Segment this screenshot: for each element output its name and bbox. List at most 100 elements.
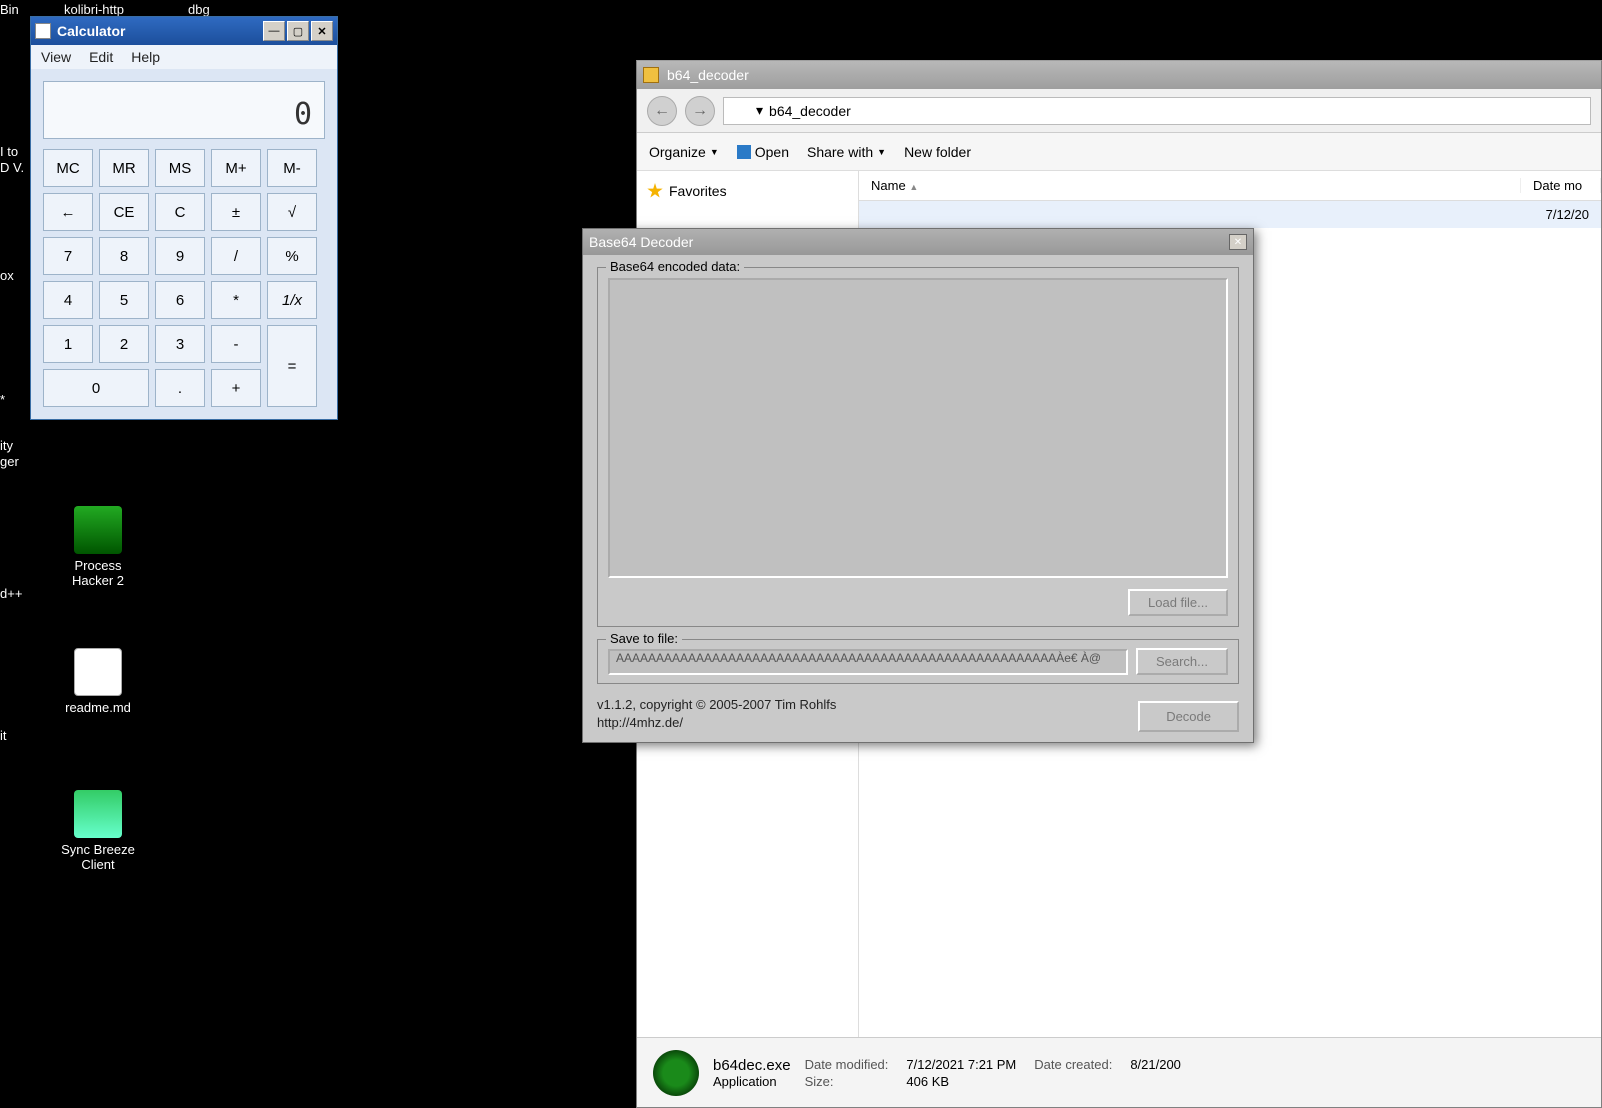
new-folder-button[interactable]: New folder (904, 144, 971, 160)
digit-7-button[interactable]: 7 (43, 237, 93, 275)
equals-button[interactable]: = (267, 325, 317, 407)
digit-2-button[interactable]: 2 (99, 325, 149, 363)
open-button[interactable]: Open (737, 144, 789, 160)
mc-button[interactable]: MC (43, 149, 93, 187)
menu-help[interactable]: Help (131, 49, 160, 65)
digit-8-button[interactable]: 8 (99, 237, 149, 275)
plusminus-button[interactable]: ± (211, 193, 261, 231)
nav-back-button[interactable]: ← (647, 96, 677, 126)
ce-button[interactable]: CE (99, 193, 149, 231)
decimal-button[interactable]: . (155, 369, 205, 407)
desktop-icon-label: Sync Breeze Client (58, 842, 138, 872)
desktop-fragment: I to (0, 144, 18, 159)
add-button[interactable]: + (211, 369, 261, 407)
calculator-menubar: View Edit Help (31, 45, 337, 69)
desktop-icon-label: readme.md (58, 700, 138, 715)
explorer-toolbar: Organize▼ Open Share with▼ New folder (637, 133, 1601, 171)
c-button[interactable]: C (155, 193, 205, 231)
calculator-display: 0 (43, 81, 325, 139)
details-created-label: Date created: (1034, 1057, 1112, 1072)
calculator-window: Calculator — ▢ ✕ View Edit Help 0 MC MR … (30, 16, 338, 420)
details-modified-value: 7/12/2021 7:21 PM (906, 1057, 1016, 1072)
digit-6-button[interactable]: 6 (155, 281, 205, 319)
desktop-fragment: kolibri-http (64, 2, 124, 17)
desktop-fragment: ity (0, 438, 13, 453)
desktop-icon-process-hacker[interactable]: Process Hacker 2 (58, 506, 138, 588)
file-date: 7/12/20 (1546, 207, 1589, 222)
b64-title: Base64 Decoder (589, 234, 1229, 250)
desktop-fragment: ox (0, 268, 14, 283)
backspace-button[interactable]: ← (43, 193, 93, 231)
load-file-button[interactable]: Load file... (1128, 589, 1228, 616)
process-hacker-icon (74, 506, 122, 554)
digit-5-button[interactable]: 5 (99, 281, 149, 319)
explorer-title: b64_decoder (667, 67, 749, 83)
sort-asc-icon: ▲ (909, 182, 918, 192)
encoded-textarea[interactable] (608, 278, 1228, 578)
desktop-fragment: dbg (188, 2, 210, 17)
b64-titlebar[interactable]: Base64 Decoder ✕ (583, 229, 1253, 255)
maximize-button[interactable]: ▢ (287, 21, 309, 41)
desktop-fragment: it (0, 728, 7, 743)
minimize-button[interactable]: — (263, 21, 285, 41)
desktop-icon-readme[interactable]: readme.md (58, 648, 138, 715)
divide-button[interactable]: / (211, 237, 261, 275)
ms-button[interactable]: MS (155, 149, 205, 187)
chevron-down-icon: ▼ (877, 147, 886, 157)
encoded-legend: Base64 encoded data: (606, 259, 744, 274)
details-type: Application (713, 1074, 791, 1089)
mr-button[interactable]: MR (99, 149, 149, 187)
search-button[interactable]: Search... (1136, 648, 1228, 675)
details-created-value: 8/21/200 (1130, 1057, 1181, 1072)
digit-0-button[interactable]: 0 (43, 369, 149, 407)
application-icon (653, 1050, 699, 1096)
reciprocal-button[interactable]: 1/x (267, 281, 317, 319)
mminus-button[interactable]: M- (267, 149, 317, 187)
save-path-input[interactable]: AAAAAAAAAAAAAAAAAAAAAAAAAAAAAAAAAAAAAAAA… (608, 649, 1128, 675)
explorer-titlebar[interactable]: b64_decoder (637, 61, 1601, 89)
details-size-value: 406 KB (906, 1074, 1016, 1089)
path-text: b64_decoder (769, 103, 851, 119)
digit-3-button[interactable]: 3 (155, 325, 205, 363)
subtract-button[interactable]: - (211, 325, 261, 363)
digit-9-button[interactable]: 9 (155, 237, 205, 275)
percent-button[interactable]: % (267, 237, 317, 275)
digit-1-button[interactable]: 1 (43, 325, 93, 363)
desktop-fragment: ger (0, 454, 19, 469)
calculator-titlebar[interactable]: Calculator — ▢ ✕ (31, 17, 337, 45)
multiply-button[interactable]: * (211, 281, 261, 319)
menu-edit[interactable]: Edit (89, 49, 113, 65)
desktop-fragment: * (0, 392, 5, 407)
address-bar[interactable]: ▾ b64_decoder (723, 97, 1591, 125)
close-button[interactable]: ✕ (311, 21, 333, 41)
close-button[interactable]: ✕ (1229, 234, 1247, 250)
decode-button[interactable]: Decode (1138, 701, 1239, 732)
sidebar-favorites[interactable]: Favorites (647, 179, 848, 203)
organize-button[interactable]: Organize▼ (649, 144, 719, 160)
mplus-button[interactable]: M+ (211, 149, 261, 187)
digit-4-button[interactable]: 4 (43, 281, 93, 319)
save-legend: Save to file: (606, 631, 682, 646)
desktop-icon-label: Process Hacker 2 (58, 558, 138, 588)
sync-breeze-icon (74, 790, 122, 838)
version-info: v1.1.2, copyright © 2005-2007 Tim Rohlfs… (597, 696, 836, 732)
explorer-navbar: ← → ▾ b64_decoder (637, 89, 1601, 133)
column-date[interactable]: Date mo (1521, 178, 1601, 193)
column-name[interactable]: Name ▲ (859, 178, 1521, 193)
share-button[interactable]: Share with▼ (807, 144, 886, 160)
base64-decoder-window: Base64 Decoder ✕ Base64 encoded data: Lo… (582, 228, 1254, 743)
menu-view[interactable]: View (41, 49, 71, 65)
details-modified-label: Date modified: (805, 1057, 889, 1072)
folder-icon (643, 67, 659, 83)
desktop-fragment: Bin (0, 2, 19, 17)
column-headers: Name ▲ Date mo (859, 171, 1601, 201)
folder-icon (732, 102, 750, 120)
calculator-icon (35, 23, 51, 39)
nav-forward-button[interactable]: → (685, 96, 715, 126)
chevron-down-icon: ▼ (710, 147, 719, 157)
file-row-selected[interactable]: 7/12/20 (859, 201, 1601, 228)
sqrt-button[interactable]: √ (267, 193, 317, 231)
details-pane: b64dec.exe Application Date modified: 7/… (637, 1037, 1601, 1107)
desktop-icon-sync-breeze[interactable]: Sync Breeze Client (58, 790, 138, 872)
encoded-data-group: Base64 encoded data: Load file... (597, 267, 1239, 627)
